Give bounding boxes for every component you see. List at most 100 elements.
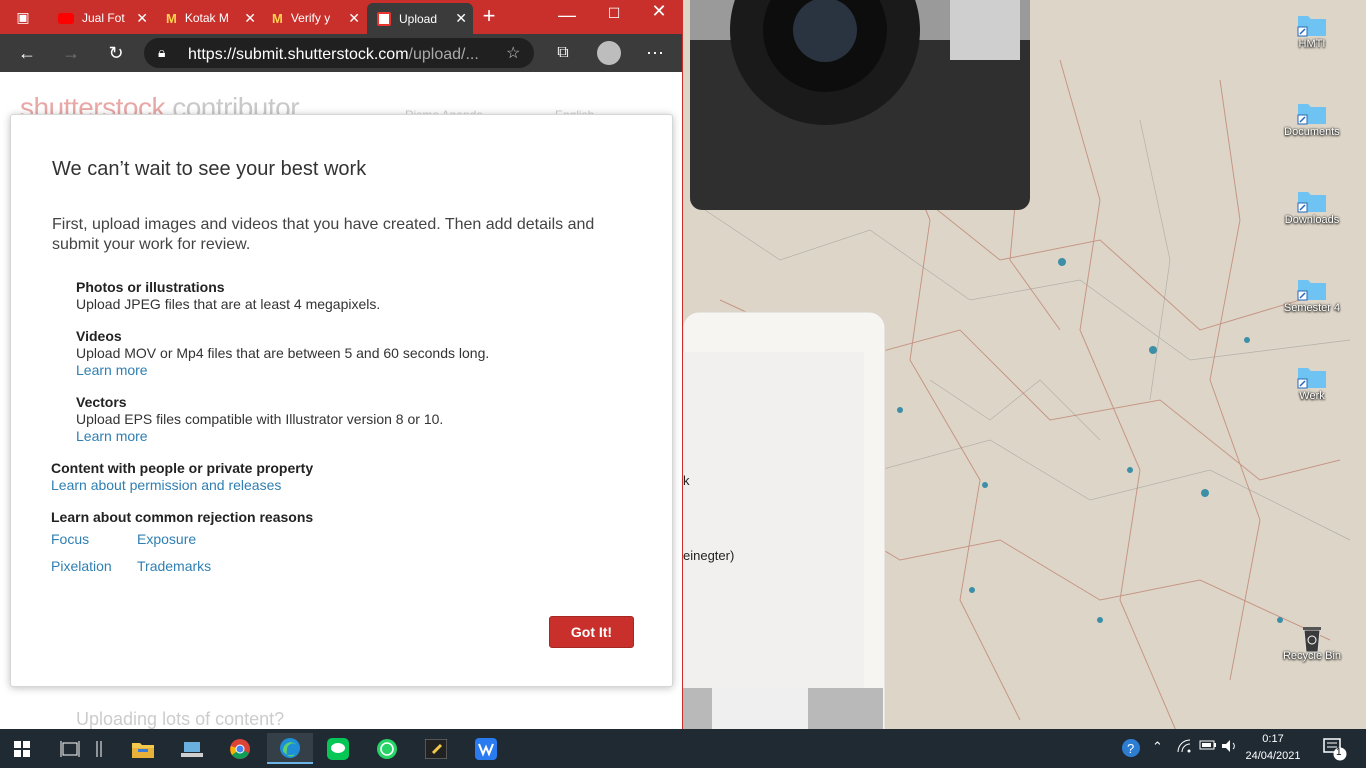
- section-body: Upload EPS files compatible with Illustr…: [76, 411, 444, 427]
- tab-gmail-verify[interactable]: M Verify y ✕: [262, 5, 366, 31]
- desktop-icon-documents[interactable]: Documents: [1276, 100, 1348, 138]
- taskbar-this-pc[interactable]: [172, 733, 212, 764]
- start-button[interactable]: [2, 733, 42, 764]
- clock-time: 0:17: [1262, 733, 1284, 745]
- section-heading: Videos: [76, 328, 122, 344]
- background-window-text: einegter): [683, 548, 735, 563]
- background-window-text: k: [683, 473, 690, 488]
- section-heading: Content with people or private property: [51, 460, 314, 476]
- more-menu-icon[interactable]: ⋯: [644, 42, 666, 64]
- clock-date: 24/04/2021: [1245, 750, 1301, 762]
- got-it-button[interactable]: Got It!: [549, 616, 634, 648]
- desktop-icon-label: HMTI: [1298, 38, 1326, 50]
- close-window-button[interactable]: ✕: [648, 0, 670, 22]
- profile-avatar-icon[interactable]: [597, 41, 621, 65]
- widget-button[interactable]: [84, 733, 124, 764]
- section-heading: Vectors: [76, 394, 127, 410]
- people-section: Content with people or private property …: [51, 460, 313, 494]
- recycle-bin-icon: [1296, 624, 1328, 653]
- welcome-modal: We can’t wait to see your best work Firs…: [10, 114, 673, 687]
- help-icon[interactable]: ?: [1122, 738, 1144, 761]
- youtube-icon: [58, 12, 74, 24]
- desktop-icon-label: Downloads: [1284, 214, 1340, 226]
- background-window[interactable]: k einegter): [683, 352, 864, 688]
- forward-arrow-icon[interactable]: →: [60, 42, 82, 64]
- new-tab-button[interactable]: +: [478, 5, 500, 27]
- svg-text:?: ?: [1127, 741, 1134, 756]
- modal-intro: First, upload images and videos that you…: [52, 216, 595, 253]
- taskbar-sticky-notes[interactable]: [416, 733, 456, 764]
- wifi-icon[interactable]: [1177, 739, 1193, 756]
- file-explorer-icon: [132, 742, 154, 758]
- tab-bar: ▣ Jual Fot ✕ M Kotak M ✕ M Verify y ✕ Up…: [0, 0, 682, 34]
- tab-gmail-inbox[interactable]: M Kotak M ✕: [156, 5, 262, 31]
- url-input[interactable]: 🔒︎ https://submit.shutterstock.com/uploa…: [144, 38, 534, 68]
- videos-learn-more-link[interactable]: Learn more: [76, 362, 489, 379]
- taskbar-file-explorer[interactable]: [123, 733, 163, 764]
- folder-shortcut-icon: [1296, 188, 1328, 213]
- camera-photo: [690, 0, 1030, 210]
- url-path: /upload/...: [408, 46, 479, 63]
- taskbar-whatsapp[interactable]: [367, 733, 407, 764]
- desktop-icon-label: Werk: [1299, 390, 1325, 402]
- section-heading: Learn about common rejection reasons: [51, 509, 314, 525]
- edge-icon: [280, 737, 300, 758]
- folder-shortcut-icon: [1296, 364, 1328, 389]
- system-clock[interactable]: 0:17 24/04/2021: [1244, 731, 1302, 765]
- url-host: https://submit.shutterstock.com: [188, 46, 409, 63]
- rejection-link-trademarks[interactable]: Trademarks: [137, 558, 211, 575]
- desktop-icon-label: Semester 4: [1283, 302, 1341, 314]
- page-footer-heading: Uploading lots of content?: [76, 709, 285, 729]
- chrome-icon: [230, 738, 250, 759]
- gmail-icon: M: [272, 10, 283, 26]
- taskbar-edge[interactable]: [267, 733, 313, 764]
- vectors-learn-more-link[interactable]: Learn more: [76, 428, 443, 445]
- tab-youtube[interactable]: Jual Fot ✕: [48, 5, 154, 31]
- battery-icon[interactable]: [1199, 739, 1217, 754]
- desktop-icon-downloads[interactable]: Downloads: [1276, 188, 1348, 226]
- folder-shortcut-icon: [1296, 276, 1328, 301]
- desktop-icon-label: Documents: [1284, 126, 1340, 138]
- back-arrow-icon[interactable]: ←: [16, 42, 38, 64]
- close-icon[interactable]: ✕: [244, 10, 256, 27]
- show-hidden-icons-chevron-icon[interactable]: ⌃: [1152, 739, 1163, 755]
- notes-icon: [425, 738, 447, 759]
- tab-label: Verify y: [290, 11, 331, 25]
- rejection-section: Learn about common rejection reasons: [51, 509, 313, 526]
- modal-title: We can’t wait to see your best work: [52, 158, 367, 180]
- photos-section: Photos or illustrations Upload JPEG file…: [76, 279, 380, 313]
- rejection-link-focus[interactable]: Focus: [51, 531, 89, 548]
- close-icon[interactable]: ✕: [348, 10, 360, 27]
- taskbar: ? ⌃ 0:17 24/04/2021 1: [0, 729, 1366, 768]
- desktop-icon-recycle-bin[interactable]: Recycle Bin: [1276, 624, 1348, 662]
- gmail-icon: M: [166, 10, 177, 26]
- vectors-section: Vectors Upload EPS files compatible with…: [76, 394, 443, 445]
- section-body: Upload MOV or Mp4 files that are between…: [76, 345, 490, 361]
- windows-icon: [14, 740, 30, 757]
- wps-office-icon: [475, 737, 497, 760]
- favorite-star-icon[interactable]: ☆: [506, 43, 520, 63]
- address-bar-row: ← → ↻ 🔒︎ https://submit.shutterstock.com…: [0, 34, 682, 72]
- desktop-icon-semester-4[interactable]: Semester 4: [1276, 276, 1348, 314]
- taskbar-wps[interactable]: [466, 733, 506, 764]
- permission-releases-link[interactable]: Learn about permission and releases: [51, 477, 313, 494]
- section-heading: Photos or illustrations: [76, 279, 225, 295]
- collections-icon[interactable]: ⧉: [552, 42, 574, 64]
- taskbar-line[interactable]: [318, 733, 358, 764]
- videos-section: Videos Upload MOV or Mp4 files that are …: [76, 328, 489, 379]
- rejection-link-exposure[interactable]: Exposure: [137, 531, 196, 548]
- desktop-icon-hmti[interactable]: HMTI: [1276, 12, 1348, 50]
- close-icon[interactable]: ✕: [136, 10, 148, 27]
- notification-center-icon[interactable]: 1: [1322, 737, 1350, 764]
- rejection-link-pixelation[interactable]: Pixelation: [51, 558, 112, 575]
- taskbar-chrome[interactable]: [220, 733, 260, 764]
- refresh-icon[interactable]: ↻: [105, 42, 127, 64]
- volume-icon[interactable]: [1221, 739, 1239, 756]
- close-icon[interactable]: ✕: [455, 10, 467, 27]
- desktop-icon-werk[interactable]: Werk: [1276, 364, 1348, 402]
- notification-count: 1: [1336, 747, 1342, 758]
- maximize-button[interactable]: ☐: [603, 2, 625, 24]
- minimize-button[interactable]: —: [556, 4, 578, 26]
- tab-upload[interactable]: Upload ✕: [367, 3, 473, 34]
- tab-actions-icon[interactable]: ▣: [12, 6, 34, 28]
